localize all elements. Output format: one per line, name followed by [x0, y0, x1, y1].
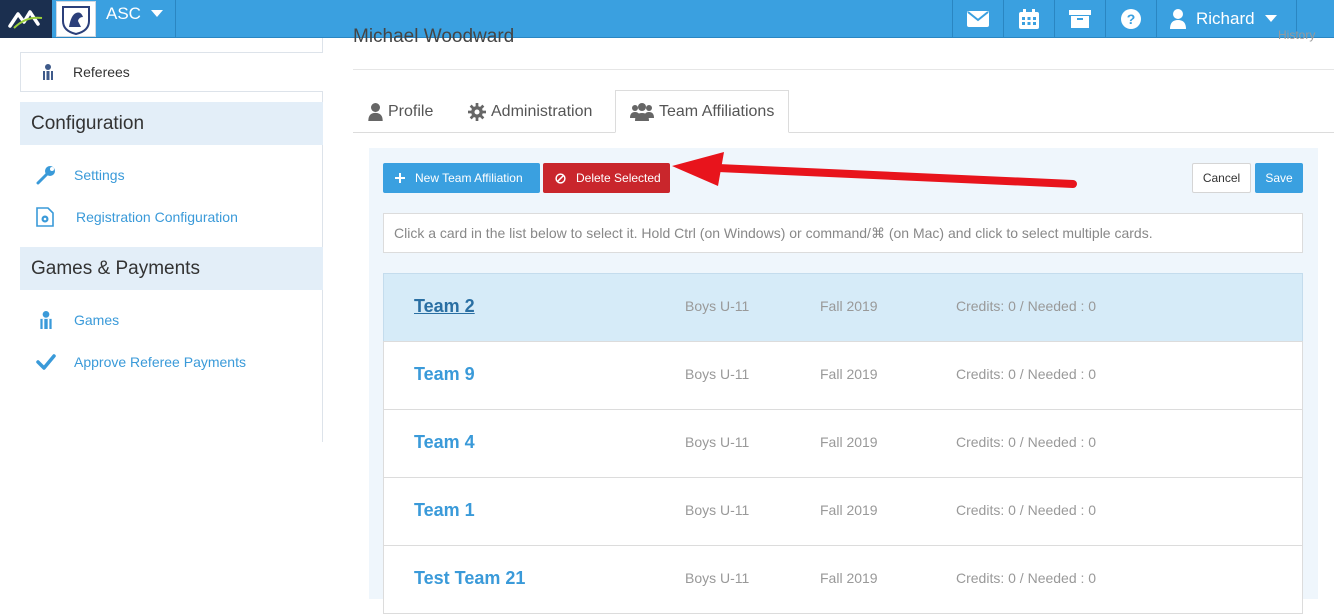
- tab-profile[interactable]: Profile: [368, 90, 433, 133]
- team-name[interactable]: Team 4: [414, 432, 475, 453]
- title-divider: [353, 69, 1334, 70]
- sidebar-item-referees[interactable]: Referees: [20, 52, 323, 92]
- tab-label: Administration: [491, 102, 593, 120]
- team-credits: Credits: 0 / Needed : 0: [956, 502, 1097, 518]
- svg-text:?: ?: [1127, 11, 1136, 27]
- ban-icon: [555, 172, 566, 184]
- tab-administration[interactable]: Administration: [468, 90, 592, 133]
- selection-hint: Click a card in the list below to select…: [383, 213, 1303, 253]
- referee-icon: [43, 64, 53, 80]
- tab-bar: Profile Administration Team Affiliations: [353, 90, 1334, 133]
- plus-icon: [395, 173, 405, 183]
- history-link[interactable]: History: [1278, 28, 1315, 42]
- calendar-button[interactable]: [1004, 0, 1054, 38]
- calendar-icon: [1019, 9, 1039, 29]
- sidebar-item-approve-referee-payments[interactable]: Approve Referee Payments: [36, 350, 246, 374]
- team-division: Boys U-11: [685, 434, 750, 450]
- team-season: Fall 2019: [820, 298, 878, 314]
- sidebar: Referees Configuration Settings Registra…: [0, 38, 323, 442]
- check-icon: [36, 354, 56, 370]
- tab-label: Team Affiliations: [659, 102, 775, 120]
- team-name[interactable]: Team 1: [414, 500, 475, 521]
- page-title: Michael Woodward: [353, 26, 515, 47]
- sidebar-item-label: Registration Configuration: [76, 209, 238, 225]
- document-gear-icon: [36, 207, 54, 227]
- team-division: Boys U-11: [685, 298, 750, 314]
- tab-label: Profile: [388, 102, 434, 120]
- sidebar-section-header: Games & Payments: [20, 247, 323, 290]
- team-season: Fall 2019: [820, 502, 878, 518]
- affiliation-card[interactable]: Team 9 Boys U-11 Fall 2019 Credits: 0 / …: [383, 341, 1303, 410]
- team-season: Fall 2019: [820, 434, 878, 450]
- team-name[interactable]: Team 9: [414, 364, 475, 385]
- user-name: Richard: [1196, 9, 1255, 28]
- mail-button[interactable]: [953, 0, 1003, 38]
- button-label: Delete Selected: [576, 171, 661, 185]
- caret-down-icon: [1264, 15, 1277, 22]
- user-icon: [1170, 9, 1186, 29]
- user-menu[interactable]: Richard: [1160, 0, 1277, 38]
- button-label: New Team Affiliation: [415, 171, 523, 185]
- sidebar-item-games[interactable]: Games: [36, 308, 119, 332]
- user-icon: [368, 102, 383, 121]
- gear-icon: [468, 102, 486, 121]
- users-icon: [630, 102, 654, 121]
- club-logo[interactable]: [56, 1, 96, 37]
- sidebar-item-label: Games: [74, 312, 120, 328]
- sidebar-item-settings[interactable]: Settings: [36, 163, 125, 187]
- navbar-divider: [175, 0, 176, 38]
- team-season: Fall 2019: [820, 570, 878, 586]
- referee-icon: [40, 311, 52, 329]
- org-name: ASC: [106, 4, 141, 23]
- delete-selected-button[interactable]: Delete Selected: [543, 163, 670, 193]
- sidebar-item-registration-configuration[interactable]: Registration Configuration: [36, 205, 238, 229]
- org-switcher[interactable]: ASC: [106, 4, 163, 24]
- navbar-divider: [1156, 0, 1157, 38]
- team-credits: Credits: 0 / Needed : 0: [956, 366, 1097, 382]
- new-team-affiliation-button[interactable]: New Team Affiliation: [383, 163, 540, 193]
- wrench-icon: [36, 166, 55, 185]
- affiliation-card[interactable]: Team 1 Boys U-11 Fall 2019 Credits: 0 / …: [383, 477, 1303, 546]
- sidebar-item-label: Settings: [74, 167, 125, 183]
- sidebar-section-header: Configuration: [20, 102, 323, 145]
- team-credits: Credits: 0 / Needed : 0: [956, 298, 1097, 314]
- tab-team-affiliations[interactable]: Team Affiliations: [615, 90, 790, 133]
- mail-icon: [967, 11, 989, 27]
- team-name[interactable]: Test Team 21: [414, 568, 525, 589]
- help-icon: ?: [1121, 9, 1141, 29]
- team-division: Boys U-11: [685, 502, 750, 518]
- team-credits: Credits: 0 / Needed : 0: [956, 434, 1097, 450]
- sidebar-item-label: Referees: [73, 64, 130, 80]
- sidebar-item-label: Approve Referee Payments: [74, 354, 246, 370]
- archive-button[interactable]: [1055, 0, 1105, 38]
- team-division: Boys U-11: [685, 570, 750, 586]
- affiliation-card[interactable]: Team 4 Boys U-11 Fall 2019 Credits: 0 / …: [383, 409, 1303, 478]
- team-season: Fall 2019: [820, 366, 878, 382]
- top-navbar: ASC ? Richard: [0, 0, 1334, 38]
- app-logo[interactable]: [0, 0, 52, 38]
- archive-icon: [1069, 10, 1091, 28]
- affiliation-card[interactable]: Test Team 21 Boys U-11 Fall 2019 Credits…: [383, 545, 1303, 614]
- affiliation-card[interactable]: Team 2 Boys U-11 Fall 2019 Credits: 0 / …: [383, 273, 1303, 342]
- caret-down-icon: [150, 10, 163, 17]
- save-button[interactable]: Save: [1255, 163, 1303, 193]
- cancel-button[interactable]: Cancel: [1192, 163, 1251, 193]
- team-credits: Credits: 0 / Needed : 0: [956, 570, 1097, 586]
- team-division: Boys U-11: [685, 366, 750, 382]
- team-name[interactable]: Team 2: [414, 296, 475, 317]
- help-button[interactable]: ?: [1106, 0, 1156, 38]
- annotation-arrow: [672, 152, 1077, 188]
